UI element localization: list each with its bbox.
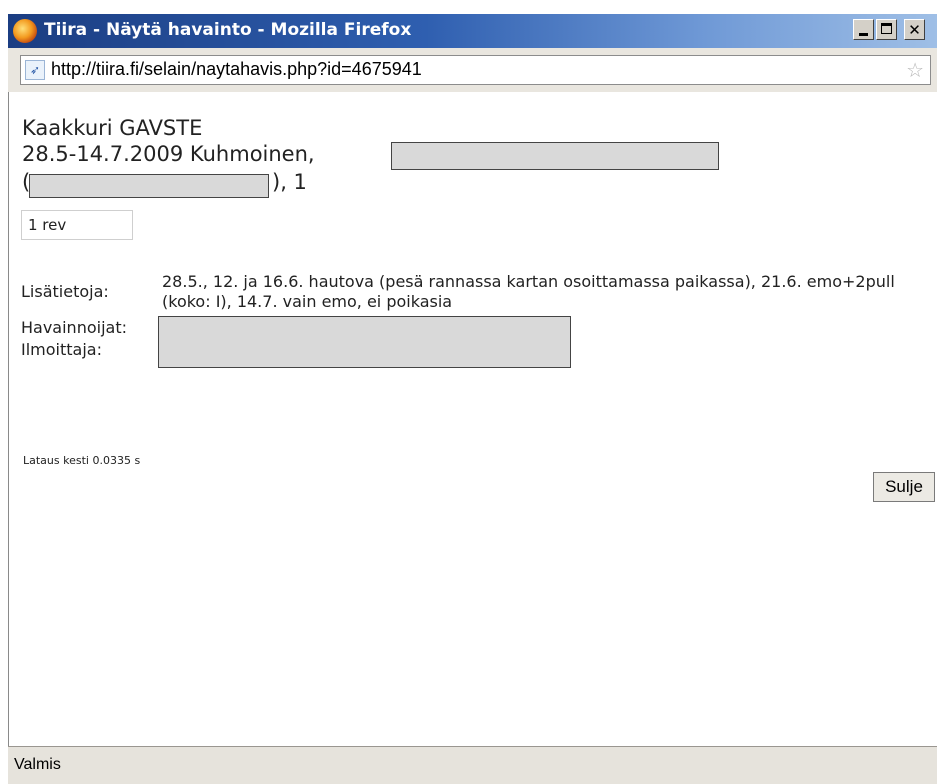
redacted-coordinates (29, 174, 269, 198)
url-text[interactable]: http://tiira.fi/selain/naytahavis.php?id… (51, 59, 422, 80)
tiira-bird-icon: ➶ (25, 60, 45, 80)
location-detail-close: ), 1 (272, 170, 307, 194)
status-bar: Valmis (8, 746, 937, 784)
load-time: Lataus kesti 0.0335 s (23, 454, 141, 467)
status-text: Valmis (14, 756, 61, 773)
url-bar: ➶ http://tiira.fi/selain/naytahavis.php?… (8, 48, 937, 93)
address-field[interactable]: ➶ http://tiira.fi/selain/naytahavis.php?… (20, 55, 931, 85)
redacted-location (391, 142, 719, 170)
page-content: Kaakkuri GAVSTE 28.5-14.7.2009 Kuhmoinen… (8, 92, 937, 746)
species-name: Kaakkuri GAVSTE (22, 116, 203, 140)
window-title: Tiira - Näytä havainto - Mozilla Firefox (44, 20, 412, 40)
close-button[interactable]: Sulje (873, 472, 935, 502)
browser-window: Tiira - Näytä havainto - Mozilla Firefox… (0, 0, 937, 784)
date-place: 28.5-14.7.2009 Kuhmoinen, (22, 142, 315, 166)
star-icon[interactable]: ☆ (906, 58, 924, 82)
observers-label: Havainnoijat: (21, 318, 127, 337)
reporter-label: Ilmoittaja: (21, 340, 102, 359)
maximize-button[interactable] (876, 19, 897, 40)
close-window-button[interactable]: ✕ (904, 19, 925, 40)
firefox-icon (13, 19, 37, 43)
count-field: 1 rev (21, 210, 133, 240)
close-icon: ✕ (908, 21, 921, 39)
minimize-icon (859, 33, 868, 36)
title-bar: Tiira - Näytä havainto - Mozilla Firefox… (8, 14, 937, 48)
redacted-observers (158, 316, 571, 368)
info-label: Lisätietoja: (21, 282, 109, 301)
minimize-button[interactable] (853, 19, 874, 40)
info-text: 28.5., 12. ja 16.6. hautova (pesä rannas… (162, 272, 895, 311)
maximize-icon (881, 23, 892, 34)
